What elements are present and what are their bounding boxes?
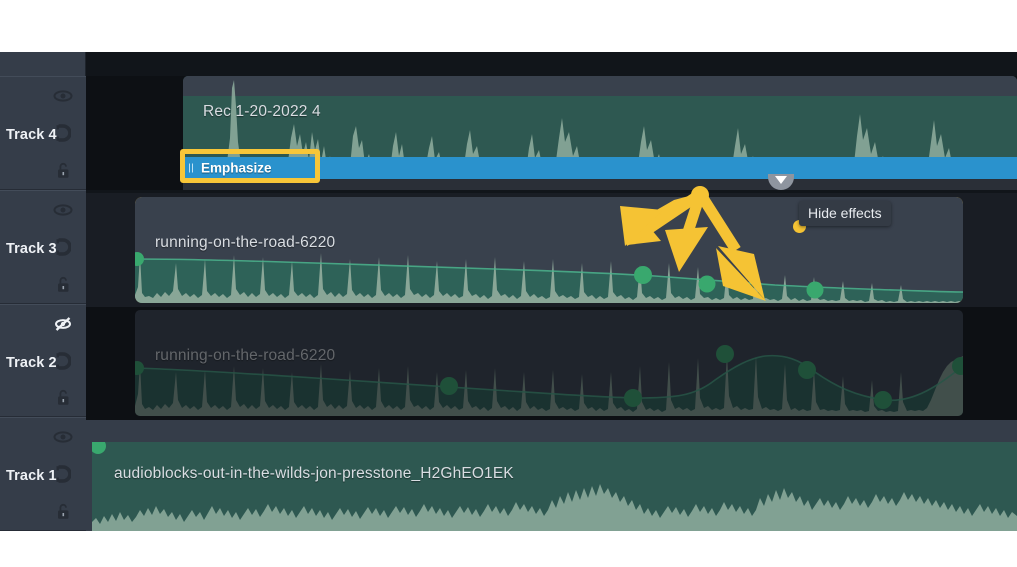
timeline: Track 4 Track 3 Track 2 Track 1 Rec 1-20…: [0, 52, 1017, 531]
track-icons-track1: [50, 418, 76, 530]
envelope-point: [440, 377, 458, 395]
unlock-icon[interactable]: [52, 273, 74, 295]
clip-label-track3: running-on-the-road-6220: [155, 234, 336, 251]
track-header-track2[interactable]: Track 2: [0, 304, 86, 417]
envelope-point: [92, 442, 106, 454]
tooltip-hide-effects: Hide effects: [799, 201, 891, 226]
unlock-icon[interactable]: [52, 387, 74, 409]
track-header-column: Track 4 Track 3 Track 2 Track 1: [0, 52, 86, 531]
envelope-point: [716, 345, 734, 363]
eye-icon[interactable]: [52, 199, 74, 221]
clip-label-track4: Rec 1-20-2022 4: [203, 103, 321, 120]
track-header-track4[interactable]: Track 4: [0, 76, 86, 190]
track-icons-track4: [50, 77, 76, 189]
clip-label-track1: audioblocks-out-in-the-wilds-jon-pressto…: [114, 465, 514, 482]
effect-rail[interactable]: [183, 178, 1017, 190]
screenshot-root: Track 4 Track 3 Track 2 Track 1 Rec 1-20…: [0, 0, 1017, 567]
track-icons-track2: [50, 305, 76, 416]
envelope-point: [698, 275, 716, 293]
drag-grip-icon[interactable]: [189, 163, 193, 173]
clip-area: Rec 1-20-2022 4 Emphasize running-on-the…: [86, 52, 1017, 531]
clip-label-track2: running-on-the-road-6220: [155, 347, 336, 364]
clip-track2[interactable]: running-on-the-road-6220: [135, 310, 963, 416]
envelope-point: [806, 281, 824, 299]
eye-icon[interactable]: [52, 426, 74, 448]
magnet-icon[interactable]: [52, 122, 74, 144]
waveform-track1: [92, 442, 1017, 531]
chevron-down-icon: [775, 176, 787, 184]
bottom-whitespace: [0, 531, 1017, 567]
eye-icon[interactable]: [52, 85, 74, 107]
track-header-track1[interactable]: Track 1: [0, 417, 86, 531]
magnet-icon[interactable]: [52, 463, 74, 485]
unlock-icon[interactable]: [52, 159, 74, 181]
track-header-track3[interactable]: Track 3: [0, 190, 86, 304]
envelope-point: [874, 391, 892, 409]
envelope-point: [634, 266, 652, 284]
unlock-icon[interactable]: [52, 500, 74, 522]
clip-track1[interactable]: audioblocks-out-in-the-wilds-jon-pressto…: [92, 442, 1017, 531]
top-whitespace: [0, 0, 1017, 52]
magnet-icon[interactable]: [52, 236, 74, 258]
envelope-point: [798, 361, 816, 379]
magnet-icon[interactable]: [52, 350, 74, 372]
eye-slash-icon[interactable]: [52, 313, 74, 335]
track-icons-track3: [50, 191, 76, 303]
envelope-point: [624, 389, 642, 407]
effect-bar-emphasize[interactable]: Emphasize: [183, 157, 1017, 179]
effect-bar-label: Emphasize: [201, 160, 272, 176]
